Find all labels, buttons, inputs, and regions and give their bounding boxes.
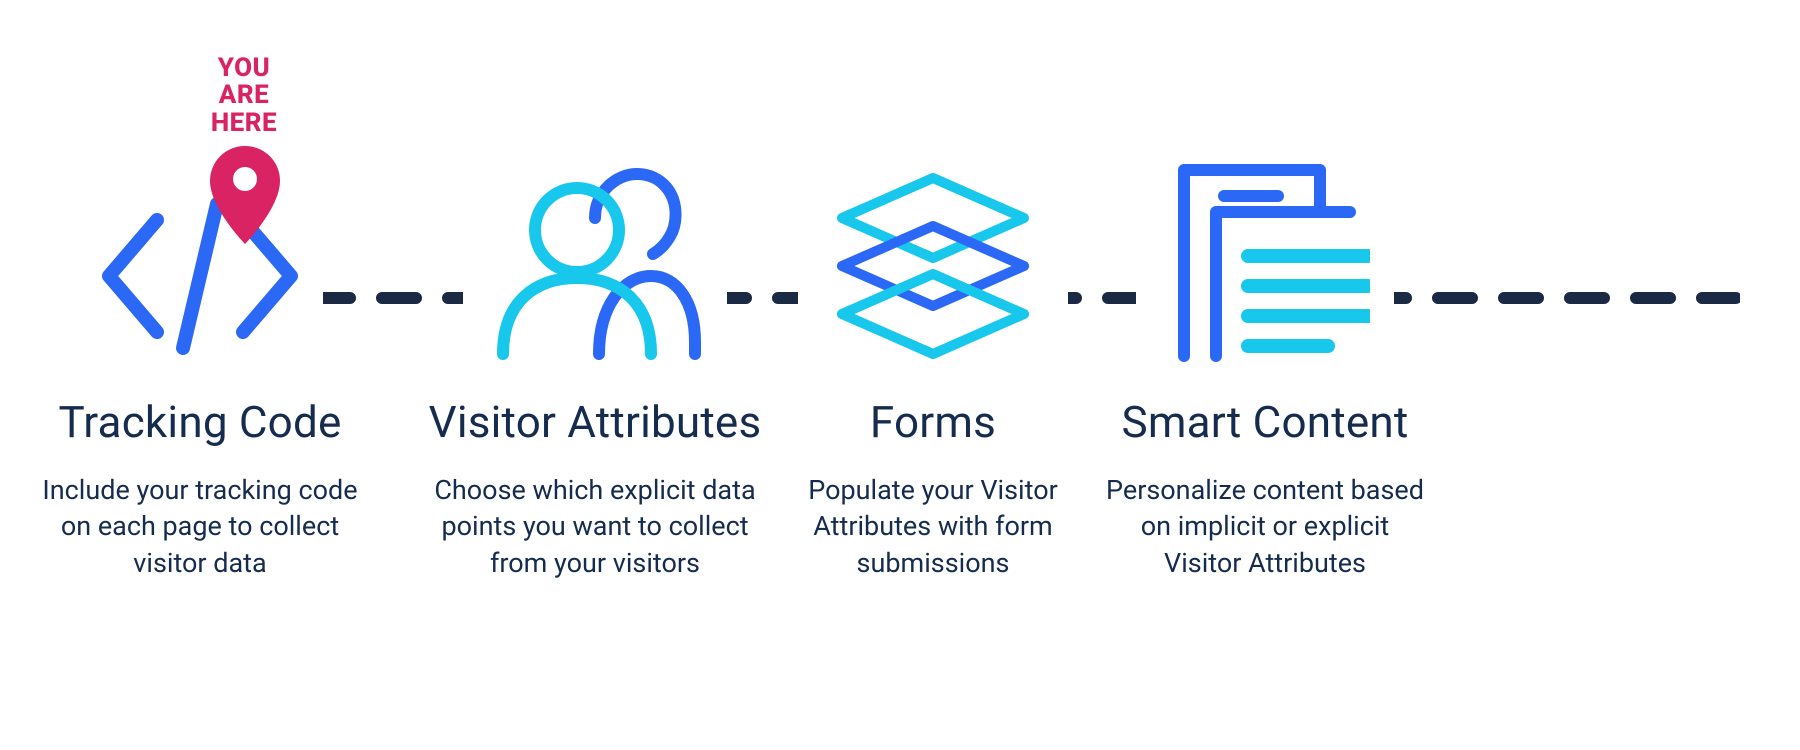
code-icon xyxy=(77,186,323,370)
process-diagram: YOU ARE HERE Tracking Code Include yo xyxy=(0,0,1800,750)
step-title: Smart Content xyxy=(1095,396,1435,448)
step-desc: Include your tracking code on each page … xyxy=(30,472,370,581)
step-smart-content: Smart Content Personalize content based … xyxy=(1095,120,1435,581)
step-desc: Personalize content based on implicit or… xyxy=(1095,472,1435,581)
step-visitor-attributes: Visitor Attributes Choose which explicit… xyxy=(425,120,765,581)
people-icon xyxy=(463,156,727,370)
marker-line1: YOU xyxy=(218,53,271,83)
marker-line2: ARE xyxy=(219,80,269,110)
step-title: Forms xyxy=(768,396,1098,448)
map-pin-icon xyxy=(210,146,280,250)
you-are-here-label: YOU ARE HERE xyxy=(184,55,304,137)
step-forms: Forms Populate your Visitor Attributes w… xyxy=(768,120,1098,581)
document-lines-icon xyxy=(1136,156,1394,370)
marker-line3: HERE xyxy=(211,108,277,138)
step-desc: Choose which explicit data points you wa… xyxy=(425,472,765,581)
step-title: Visitor Attributes xyxy=(425,396,765,448)
step-title: Tracking Code xyxy=(30,396,370,448)
step-desc: Populate your Visitor Attributes with fo… xyxy=(768,472,1098,581)
stack-layers-icon xyxy=(798,166,1068,370)
step-tracking-code: Tracking Code Include your tracking code… xyxy=(30,120,370,581)
